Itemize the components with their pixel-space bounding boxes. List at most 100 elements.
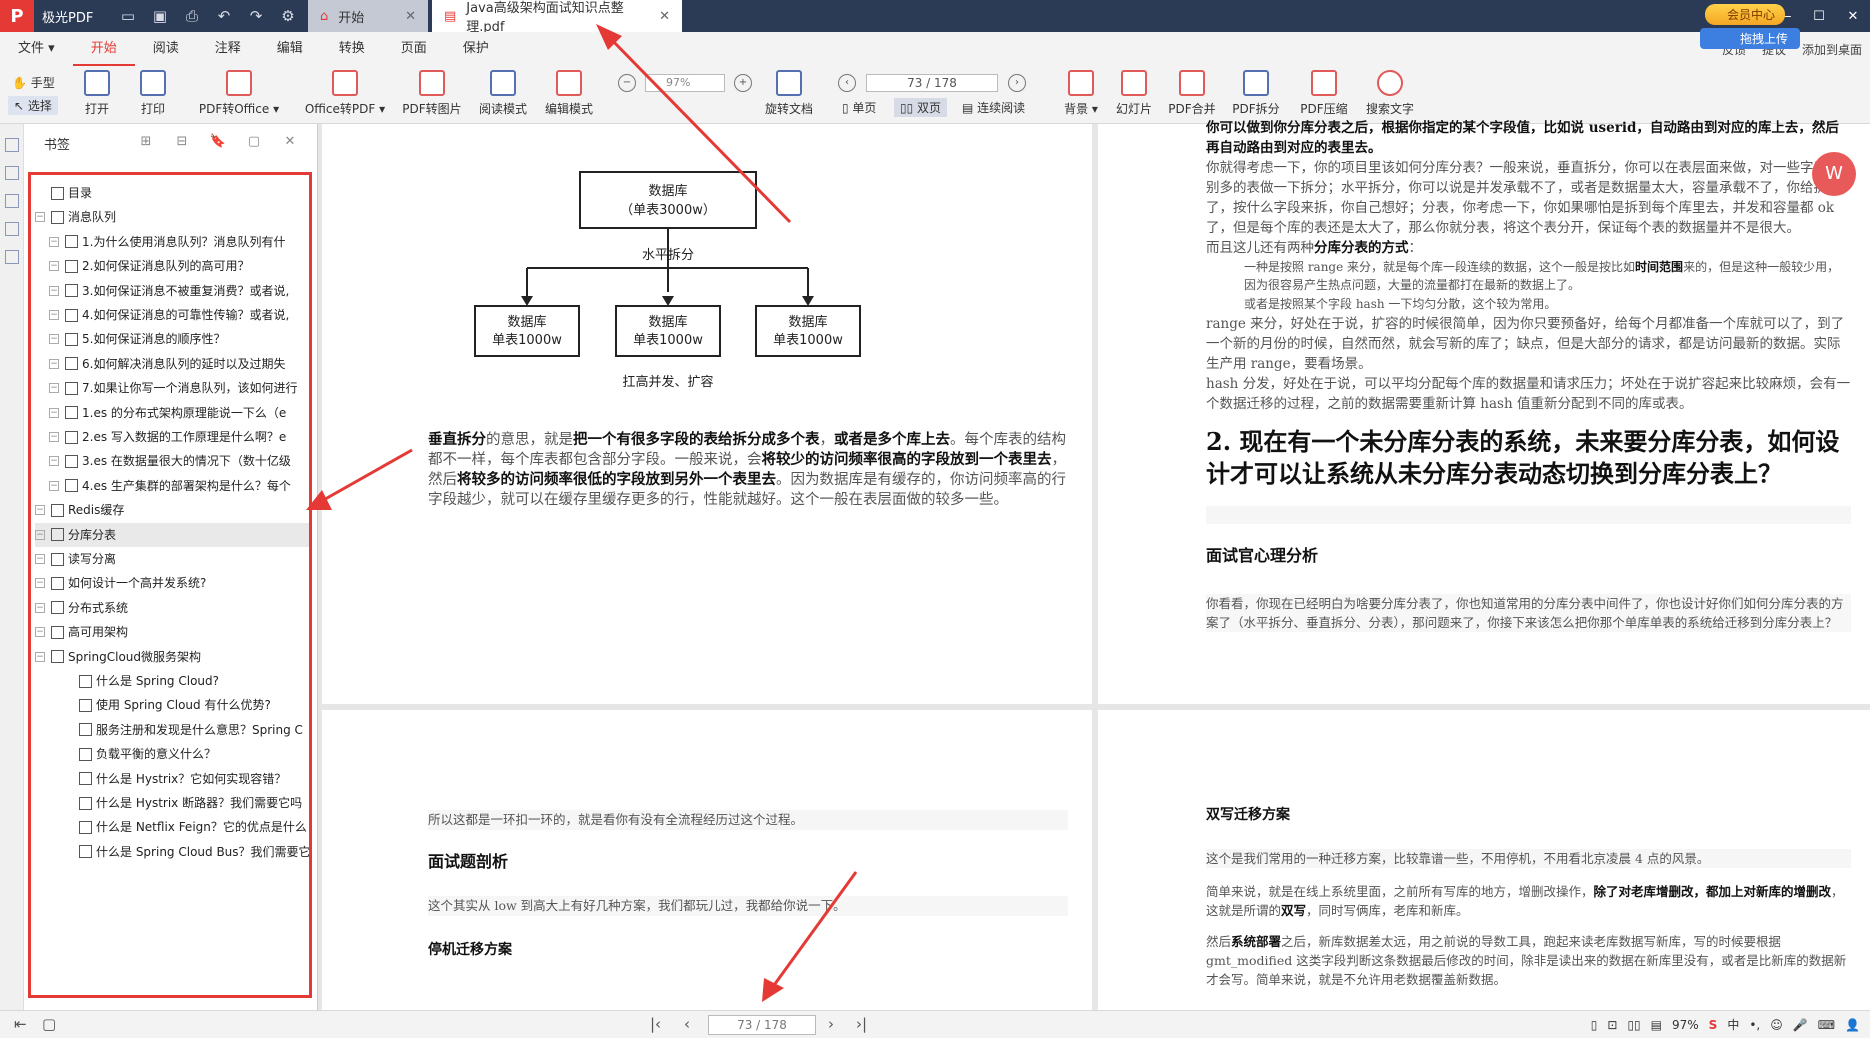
expand-toggle-icon[interactable]: − — [49, 285, 59, 296]
expand-toggle-icon[interactable]: − — [35, 627, 45, 638]
text-panel-icon[interactable] — [5, 250, 19, 264]
menu-annotate[interactable]: 注释 — [197, 32, 259, 66]
bookmark-item[interactable]: 服务注册和发现是什么意思？Spring C — [63, 718, 309, 742]
prev-page-icon[interactable]: ‹ — [838, 74, 856, 92]
expand-toggle-icon[interactable]: − — [35, 602, 45, 613]
float-tool-button[interactable]: W — [1812, 152, 1856, 196]
bookmark-item[interactable]: − 4.如何保证消息的可靠性传输？或者说, — [49, 303, 309, 327]
fit-icon[interactable]: ⊡ — [1607, 1018, 1617, 1032]
menu-convert[interactable]: 转换 — [321, 32, 383, 66]
bookmark-item[interactable]: − 7.如果让你写一个消息队列，该如何进行 — [49, 376, 309, 400]
bookmark-item[interactable]: 什么是 Hystrix 断路器？我们需要它吗 — [63, 791, 309, 815]
tab-document[interactable]: ▤ Java高级架构面试知识点整理.pdf ✕ — [432, 0, 682, 35]
pdf-split-button[interactable]: PDF拆分 — [1230, 70, 1282, 117]
zoom-out-icon[interactable]: − — [618, 74, 636, 92]
bookmark-item[interactable]: − 消息队列 — [35, 205, 309, 229]
menu-file[interactable]: 文件 ▾ — [0, 32, 73, 66]
pdf-to-image-button[interactable]: PDF转图片 — [400, 70, 464, 117]
vip-center-button[interactable]: 会员中心 — [1705, 4, 1786, 25]
menu-page[interactable]: 页面 — [383, 32, 445, 66]
bookmark-item[interactable]: − 1.es 的分布式架构原理能说一下么（e — [49, 401, 309, 425]
close-icon[interactable]: ✕ — [272, 134, 308, 149]
print-button[interactable]: 打印 — [138, 70, 168, 117]
single-view-icon[interactable]: ▯ — [1591, 1018, 1598, 1032]
single-page-button[interactable]: ▯ 单页 — [836, 98, 882, 117]
expand-toggle-icon[interactable]: − — [49, 407, 59, 418]
expand-toggle-icon[interactable]: − — [49, 383, 59, 394]
print-icon[interactable]: ⎙ — [176, 7, 208, 25]
expand-toggle-icon[interactable]: − — [49, 480, 59, 491]
search-panel-icon[interactable] — [5, 222, 19, 236]
bookmark-panel-icon[interactable] — [5, 138, 19, 152]
read-mode-button[interactable]: 阅读模式 — [478, 70, 528, 117]
zoom-in-icon[interactable]: + — [734, 74, 752, 92]
edit-mode-button[interactable]: 编辑模式 — [544, 70, 594, 117]
expand-toggle-icon[interactable]: − — [49, 432, 59, 442]
bookmark-item[interactable]: − 分布式系统 — [35, 596, 309, 620]
add-to-desktop-link[interactable]: 添加到桌面 — [1794, 41, 1870, 58]
expand-toggle-icon[interactable]: − — [35, 529, 45, 540]
slideshow-button[interactable]: 幻灯片 — [1114, 70, 1154, 117]
bookmark-item[interactable]: − SpringCloud微服务架构 — [35, 645, 309, 669]
rotate-document-button[interactable]: 旋转文档 — [764, 70, 814, 117]
bookmark-item[interactable]: 负载平衡的意义什么？ — [63, 742, 309, 766]
tab-home[interactable]: ⌂ 开始 ✕ — [308, 0, 428, 32]
add-bookmark-icon[interactable]: 🔖 — [200, 134, 236, 149]
search-text-button[interactable]: 搜索文字 — [1364, 70, 1416, 117]
bookmark-item[interactable]: − 2.es 写入数据的工作原理是什么啊？e — [49, 425, 309, 449]
bookmark-item[interactable]: − 3.es 在数据量很大的情况下（数十亿级 — [49, 449, 309, 473]
menu-protect[interactable]: 保护 — [445, 32, 507, 66]
open-folder-icon[interactable]: ▭ — [112, 7, 144, 25]
pdf-merge-button[interactable]: PDF合并 — [1166, 70, 1218, 117]
next-page-icon[interactable]: › — [828, 1015, 834, 1033]
close-window-icon[interactable]: ✕ — [1836, 9, 1870, 24]
expand-toggle-icon[interactable]: − — [49, 358, 59, 369]
annotation-panel-icon[interactable] — [5, 194, 19, 208]
thumbnail-panel-icon[interactable] — [5, 166, 19, 180]
continuous-read-button[interactable]: ▤ 连续阅读 — [956, 98, 1031, 117]
upload-button[interactable]: 拖拽上传 — [1700, 28, 1801, 49]
bookmark-item[interactable]: − Redis缓存 — [35, 498, 309, 522]
status-page-input[interactable]: 73 / 178 — [708, 1015, 816, 1035]
bookmark-item[interactable]: − 读写分离 — [35, 547, 309, 571]
redo-icon[interactable]: ↷ — [240, 7, 272, 25]
bookmark-item[interactable]: − 3.如何保证消息不被重复消费？或者说, — [49, 279, 309, 303]
status-zoom[interactable]: 97% — [1672, 1018, 1699, 1032]
bookmark-item[interactable]: − 4.es 生产集群的部署架构是什么？每个 — [49, 474, 309, 498]
office-to-pdf-button[interactable]: Office转PDF ▾ — [302, 70, 388, 117]
pdf-to-office-button[interactable]: PDF转Office ▾ — [196, 70, 282, 117]
bookmark-item[interactable]: 使用 Spring Cloud 有什么优势? — [63, 693, 309, 717]
expand-all-icon[interactable]: ⊞ — [128, 134, 164, 149]
menu-edit[interactable]: 编辑 — [259, 32, 321, 66]
bookmark-item[interactable]: − 5.如何保证消息的顺序性？ — [49, 327, 309, 351]
bookmark-item[interactable]: 什么是 Netflix Feign？它的优点是什么 — [63, 815, 309, 839]
first-page-icon[interactable]: |‹ — [650, 1015, 661, 1033]
expand-toggle-icon[interactable]: − — [35, 651, 45, 662]
maximize-icon[interactable]: ☐ — [1802, 9, 1836, 24]
zoom-input[interactable]: 97% — [645, 74, 725, 92]
bookmark-item[interactable]: − 分库分表 — [35, 522, 309, 547]
hand-tool[interactable]: ✋ 手型 — [12, 74, 55, 91]
collapse-all-icon[interactable]: ⊟ — [164, 134, 200, 149]
last-page-icon[interactable]: ›| — [856, 1015, 867, 1033]
bookmark-item[interactable]: − 1.为什么使用消息队列？消息队列有什 — [49, 230, 309, 254]
bookmark-item[interactable]: 目录 — [35, 181, 309, 205]
expand-toggle-icon[interactable]: − — [35, 212, 45, 223]
expand-toggle-icon[interactable]: − — [35, 505, 45, 516]
close-icon[interactable]: ✕ — [659, 9, 670, 24]
bookmark-item[interactable]: 什么是 Spring Cloud Bus？我们需要它 — [63, 840, 309, 864]
select-tool[interactable]: ↖ 选择 — [8, 96, 58, 115]
continuous-icon[interactable]: ▤ — [1651, 1018, 1662, 1032]
expand-toggle-icon[interactable]: − — [49, 236, 59, 247]
open-button[interactable]: 打开 — [82, 70, 112, 117]
expand-toggle-icon[interactable]: − — [49, 456, 59, 467]
expand-toggle-icon[interactable]: − — [35, 554, 45, 564]
double-page-button[interactable]: ▯▯ 双页 — [894, 98, 948, 117]
status-left-icon-2[interactable]: ▢ — [42, 1015, 56, 1033]
prev-page-icon[interactable]: ‹ — [684, 1015, 690, 1033]
background-button[interactable]: 背景 ▾ — [1064, 70, 1098, 117]
close-icon[interactable]: ✕ — [405, 9, 416, 24]
expand-toggle-icon[interactable]: − — [49, 261, 59, 272]
expand-toggle-icon[interactable]: − — [49, 334, 59, 345]
save-icon[interactable]: ▣ — [144, 7, 176, 25]
